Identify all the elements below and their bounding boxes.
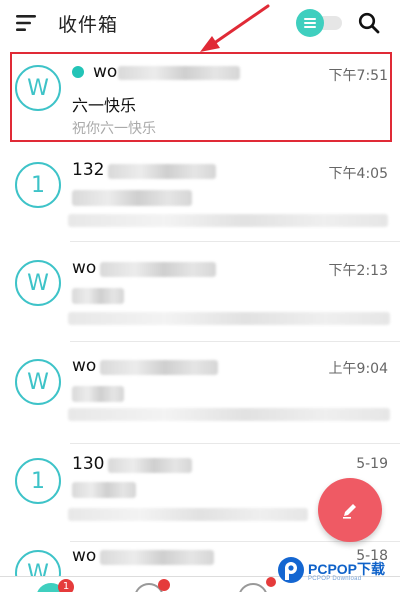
email-sender: wo	[72, 258, 97, 278]
search-icon[interactable]	[358, 12, 380, 34]
page-title: 收件箱	[58, 14, 119, 36]
list-toggle-icon	[296, 9, 324, 37]
list-view-toggle[interactable]	[296, 9, 344, 37]
hamburger-menu-icon[interactable]	[16, 14, 38, 32]
watermark: PCPOP下载 PCPOP Download	[276, 555, 396, 589]
redacted-sender	[100, 262, 216, 277]
tab-badge: 1	[58, 579, 74, 592]
pcpop-logo-icon	[278, 557, 304, 583]
redacted-sender	[108, 458, 192, 473]
email-time: 上午9:04	[328, 361, 388, 377]
mail-app: 收件箱 W wo 下午7:51 六一快乐 祝你六一快乐 1 132 下午4:05…	[0, 0, 400, 592]
email-sender: wo	[72, 546, 97, 566]
compose-button[interactable]	[318, 478, 382, 542]
redacted-preview	[68, 312, 390, 325]
redacted-preview	[68, 214, 388, 227]
divider	[70, 341, 400, 342]
tab-badge-dot	[266, 577, 276, 587]
avatar: W	[15, 359, 61, 405]
watermark-sub: PCPOP Download	[308, 576, 362, 582]
redacted-sender	[100, 550, 214, 565]
tab-discover[interactable]	[238, 583, 268, 592]
email-sender: wo	[72, 356, 97, 376]
redacted-preview	[68, 508, 308, 521]
redacted-subject	[72, 190, 192, 206]
email-sender: 130	[72, 454, 105, 474]
redacted-subject	[72, 386, 124, 402]
arrow-annotation-icon	[200, 4, 270, 52]
redacted-sender	[108, 164, 216, 179]
redacted-subject	[72, 288, 124, 304]
tab-badge-dot	[158, 579, 170, 591]
email-sender: 132	[72, 160, 105, 180]
email-time: 下午2:13	[328, 263, 388, 279]
email-time: 5-19	[356, 456, 388, 472]
compose-pencil-icon	[343, 504, 356, 519]
avatar: W	[15, 260, 61, 306]
avatar: 1	[15, 458, 61, 504]
redacted-subject	[72, 482, 136, 498]
email-list-item[interactable]: 1 132 下午4:05	[0, 148, 400, 242]
email-list-item[interactable]: W wo 上午9:04	[0, 344, 400, 444]
email-list-item[interactable]: W wo 下午2:13	[0, 244, 400, 342]
avatar: 1	[15, 162, 61, 208]
highlight-box	[10, 52, 392, 142]
email-time: 下午4:05	[328, 166, 388, 182]
redacted-preview	[68, 408, 390, 421]
redacted-sender	[100, 360, 218, 375]
avatar: W	[15, 550, 61, 576]
divider	[70, 241, 400, 242]
